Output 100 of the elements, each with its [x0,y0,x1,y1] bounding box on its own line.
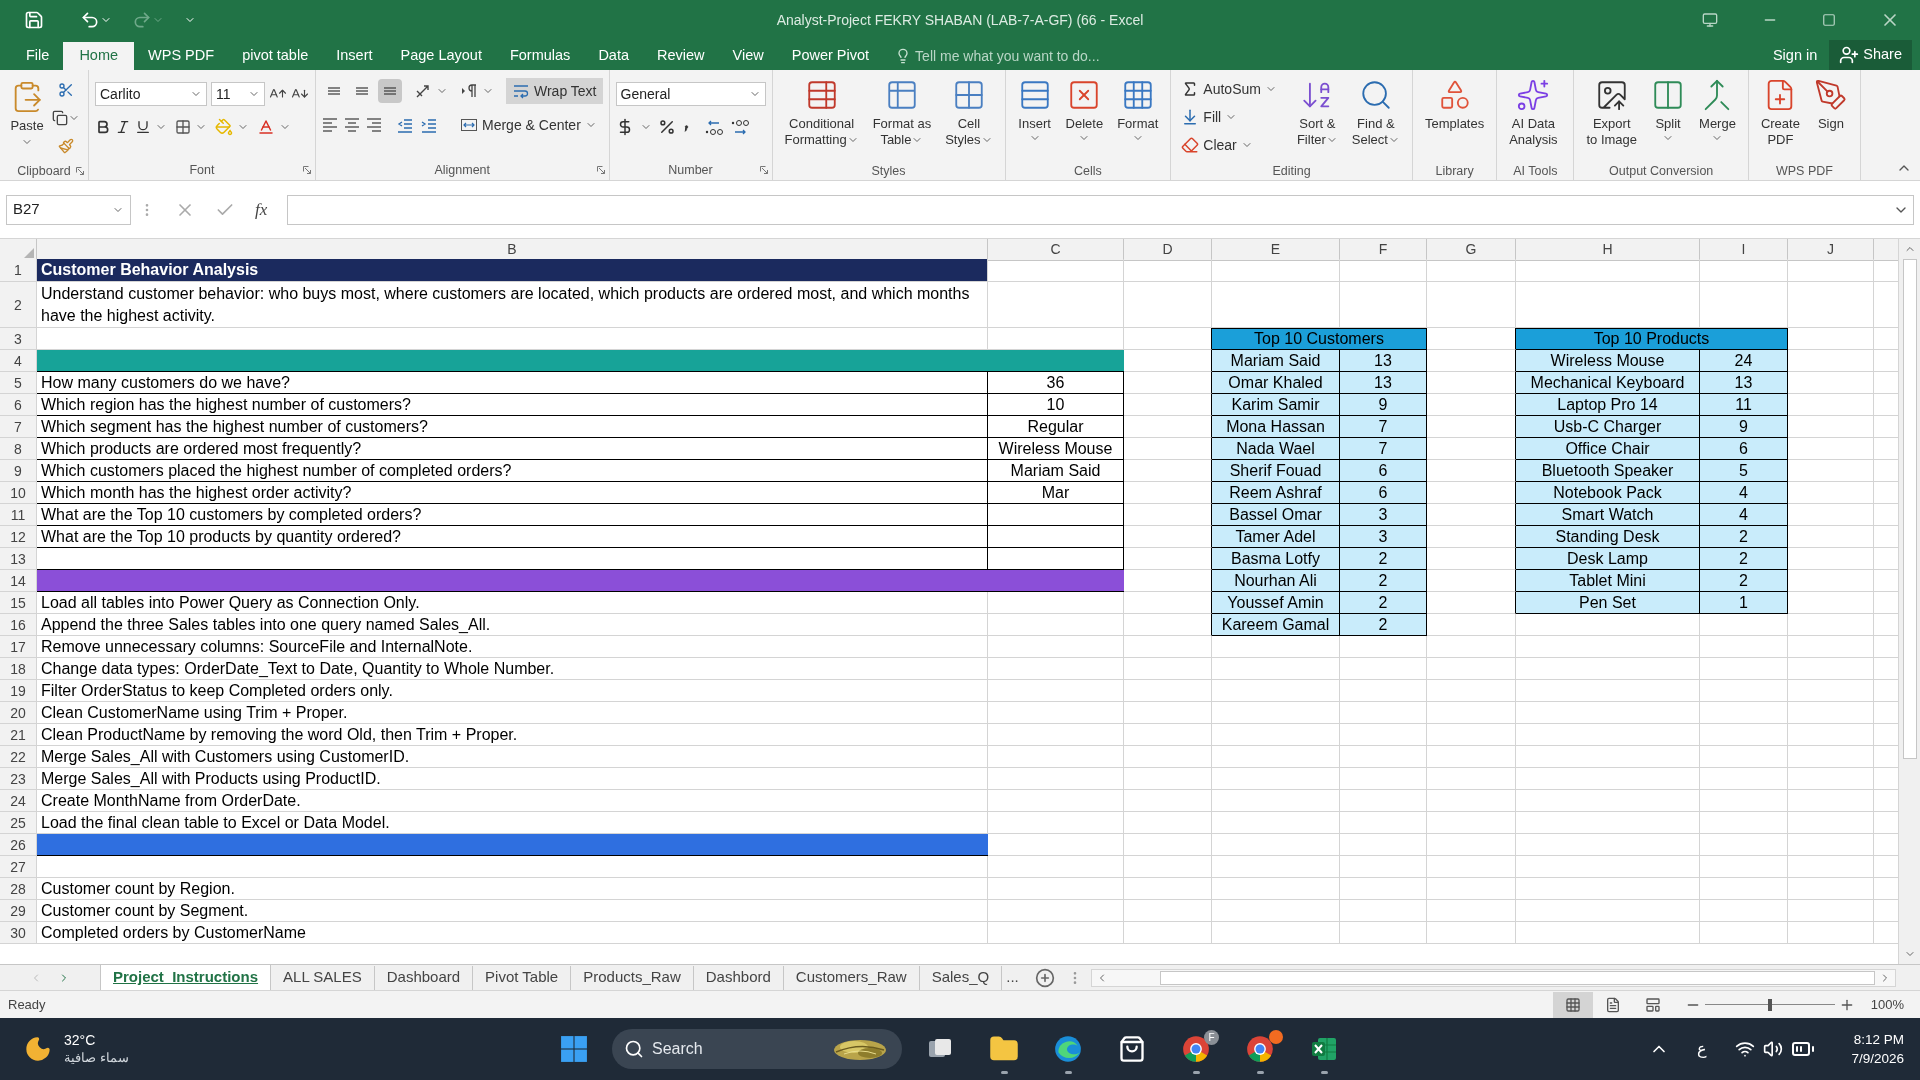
ribbon-button[interactable]: Merge [1693,74,1742,162]
orientation-icon[interactable] [414,82,432,100]
ribbon-button[interactable]: Cell Styles [939,74,999,162]
vertical-scrollbar[interactable] [1898,239,1920,964]
row-header[interactable]: 22 [0,746,37,768]
row-header[interactable]: 4 [0,350,37,372]
row-header[interactable]: 13 [0,548,37,570]
search-field[interactable]: Search [652,1037,822,1061]
undo-icon[interactable] [80,10,100,30]
column-header[interactable]: G [1427,239,1516,261]
start-icon[interactable] [560,1035,588,1063]
tell-me-field[interactable]: Tell me what you want to do... [915,45,1176,67]
column-header[interactable]: E [1212,239,1340,261]
ribbon-button[interactable]: Clear [1177,132,1281,158]
font-color-icon[interactable] [257,118,275,136]
sheet-tab[interactable]: ALL SALES [271,965,375,990]
column-header[interactable]: D [1124,239,1212,261]
ribbon-button[interactable]: Create PDF [1754,74,1806,162]
column-header[interactable] [1874,239,1898,261]
decrease-decimal-icon[interactable] [729,118,750,136]
decrease-indent-icon[interactable] [396,116,414,134]
bold-icon[interactable] [95,119,111,135]
wifi-icon[interactable] [1735,1039,1756,1059]
ribbon-button[interactable]: Delete [1059,74,1110,162]
ribbon-button[interactable]: Sign [1807,74,1854,162]
row-header[interactable]: 28 [0,878,37,900]
row-header[interactable]: 29 [0,900,37,922]
ribbon-button[interactable]: Find & Select [1345,74,1406,162]
scroll-thumb[interactable] [1902,259,1917,759]
wrap-text-button[interactable]: Wrap Text [506,78,603,104]
fill-color-icon[interactable] [215,118,233,136]
sheet-tab[interactable]: Dashbord [693,965,784,990]
borders-icon[interactable] [175,119,191,135]
sheet-tab[interactable]: Sales_Q [919,965,1003,990]
ribbon-button[interactable]: AI Data Analysis [1503,74,1564,162]
restore-icon[interactable] [1822,13,1836,27]
ribbon-tab[interactable]: pivot table [228,42,323,70]
ribbon-button[interactable]: Conditional Formatting [778,74,865,162]
ribbon-button[interactable]: Export to Image [1580,74,1644,162]
row-header[interactable]: 10 [0,482,37,504]
formula-field[interactable] [287,194,1914,225]
add-sheet-icon[interactable] [1034,967,1055,988]
row-header[interactable]: 24 [0,790,37,812]
column-header[interactable]: J [1788,239,1874,261]
row-header[interactable]: 12 [0,526,37,548]
row-header[interactable]: 23 [0,768,37,790]
row-header[interactable]: 3 [0,328,37,350]
ribbon-tab[interactable]: WPS PDF [134,42,229,70]
increase-decimal-icon[interactable] [703,118,724,136]
sheet-tab[interactable]: Dashboard [374,965,474,990]
row-header[interactable]: 5 [0,372,37,394]
column-header[interactable]: B [37,239,988,261]
ribbon-tab[interactable]: Review [643,42,719,70]
underline-icon[interactable] [135,119,151,135]
ribbon-button[interactable]: Sort & Filter [1290,74,1344,162]
ribbon-button[interactable]: Templates [1418,74,1491,162]
redo-icon[interactable] [132,10,152,30]
sheet-tab[interactable]: Project_Instructions [100,964,272,991]
ribbon-button[interactable]: Format as Table [866,74,938,162]
ribbon-button[interactable]: Insert [1011,74,1058,162]
slider-thumb[interactable] [1767,998,1772,1011]
row-header[interactable]: 21 [0,724,37,746]
row-header[interactable]: 7 [0,416,37,438]
ribbon-tab[interactable]: Page Layout [386,42,496,70]
increase-indent-icon[interactable] [420,116,438,134]
scroll-thumb[interactable] [1159,970,1875,985]
sheet-tab[interactable]: Pivot Table [473,965,572,990]
name-box[interactable]: B27 [6,194,131,225]
row-header[interactable]: 9 [0,460,37,482]
row-header[interactable]: 20 [0,702,37,724]
row-header[interactable]: 26 [0,834,37,856]
row-header[interactable]: 30 [0,922,37,944]
view-button[interactable] [1552,991,1593,1018]
row-header[interactable]: 11 [0,504,37,526]
percent-icon[interactable] [657,118,676,136]
row-header[interactable]: 18 [0,658,37,680]
italic-icon[interactable] [115,119,131,135]
row-header[interactable]: 6 [0,394,37,416]
number-format-field[interactable]: General [615,82,766,106]
ribbon-tab[interactable]: Formulas [495,42,585,70]
font-size-field[interactable]: 11 [211,82,265,106]
row-header[interactable]: 2 [0,282,37,328]
temperature[interactable]: 32°C [64,1031,129,1049]
ribbon-display-icon[interactable] [1702,12,1718,28]
ribbon-tab[interactable]: File [12,42,64,70]
row-header[interactable]: 17 [0,636,37,658]
ribbon-button[interactable]: Format [1111,74,1165,162]
insert-function-button[interactable]: fx [255,196,268,223]
paste-button[interactable]: Paste [6,74,48,162]
keyboard-language[interactable]: ع [1689,1037,1716,1061]
sign-in-link[interactable]: Sign in [1760,42,1830,70]
merge-center-button[interactable]: Merge & Center [456,112,601,138]
more-sheets-button[interactable]: ... [1002,965,1023,990]
ribbon-tab[interactable]: Power Pivot [777,42,884,70]
column-header[interactable]: C [988,239,1124,261]
ribbon-button[interactable]: AutoSum [1177,76,1281,102]
launcher-icon[interactable] [596,166,605,174]
search-bar[interactable]: Search [612,1029,902,1069]
row-header[interactable]: 15 [0,592,37,614]
ribbon-button[interactable]: Split [1645,74,1692,162]
